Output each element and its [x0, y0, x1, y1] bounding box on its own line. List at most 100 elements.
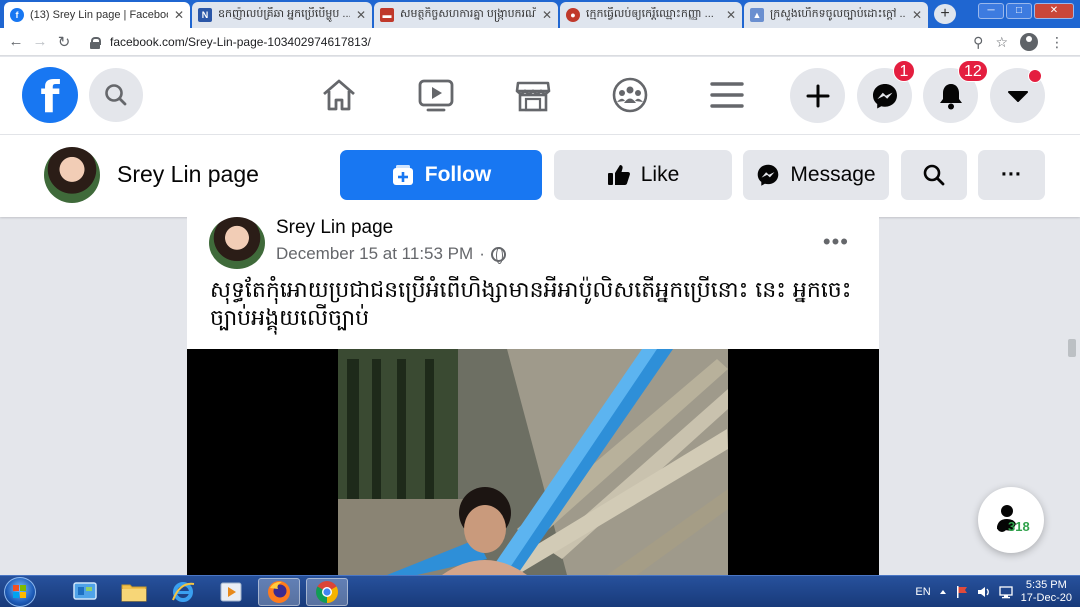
follow-button[interactable]: Follow [340, 150, 542, 200]
minimize-button[interactable]: ─ [978, 3, 1004, 19]
maximize-button[interactable]: □ [1006, 3, 1032, 19]
post-options-button[interactable]: ••• [823, 229, 849, 255]
tab-close-icon[interactable]: ✕ [356, 8, 366, 22]
account-alert-dot [1028, 69, 1042, 83]
contacts-floating-button[interactable]: 318 [978, 487, 1044, 553]
page-more-button[interactable]: ··· [978, 150, 1045, 200]
window-controls: ─ □ ✕ [978, 3, 1074, 19]
browser-tab-4[interactable]: ● ក្មេកធ្វើលប់ឲ្យកេរ្តិ៍ឈ្មោះកញ្ញា ... ✕ [560, 2, 742, 28]
facebook-top-nav: f 1 12 [0, 57, 1080, 135]
tab-title: ក្រសួងហើកទចូលច្បាប់ដោះក្ដៅ ... [770, 8, 906, 20]
page-search-button[interactable] [901, 150, 967, 200]
search-icon [105, 84, 127, 106]
control-panel-icon [73, 582, 97, 600]
menu-hamburger-icon[interactable] [707, 75, 747, 115]
tab-title: ឧកញ៉ាលប់គ្រីឆា អ្នកប្រើបើម្ហូប ... [218, 8, 350, 20]
clock-date: 17-Dec-20 [1020, 592, 1072, 604]
volume-icon[interactable] [977, 585, 991, 599]
messenger-icon [758, 164, 779, 186]
firefox-icon [268, 581, 290, 603]
page-avatar[interactable] [44, 147, 100, 203]
notifications-count-badge: 12 [958, 60, 988, 82]
chrome-icon [316, 581, 338, 603]
watch-video-icon[interactable] [416, 75, 456, 115]
bookmark-star-icon[interactable]: ☆ [995, 34, 1008, 51]
meta-separator: · [479, 244, 485, 263]
close-window-button[interactable]: ✕ [1034, 3, 1074, 19]
messenger-count-badge: 1 [893, 60, 915, 82]
messenger-icon [872, 83, 897, 108]
windows-logo-icon [13, 585, 26, 598]
start-button[interactable] [4, 577, 36, 607]
taskbar-internet-explorer[interactable] [162, 578, 204, 606]
address-bar: ← → ↻ facebook.com/Srey-Lin-page-1034029… [0, 28, 1080, 56]
tab-close-icon[interactable]: ✕ [174, 8, 184, 22]
contacts-count: 318 [1008, 519, 1030, 534]
language-indicator[interactable]: EN [915, 586, 930, 598]
browser-menu-icon[interactable]: ⋮ [1050, 34, 1064, 51]
media-player-icon [220, 582, 242, 602]
message-button[interactable]: Message [743, 150, 889, 200]
page-header-bar: Srey Lin page Follow Like Message ··· [0, 135, 1080, 217]
search-button[interactable] [89, 68, 143, 122]
groups-icon[interactable] [610, 75, 650, 115]
like-label: Like [640, 163, 680, 186]
plus-icon [806, 84, 829, 107]
post-text: សុទ្ធតែកុំអោយប្រជាជនប្រើអំពើហិង្សាមានអីអ… [210, 278, 852, 331]
follow-icon [392, 165, 413, 185]
tab-close-icon[interactable]: ✕ [912, 8, 922, 22]
network-icon[interactable] [998, 585, 1013, 599]
facebook-favicon-icon: f [10, 8, 24, 22]
taskbar-firefox[interactable] [258, 578, 300, 606]
taskbar-control-panel[interactable] [64, 578, 106, 606]
system-tray: EN 5:35 PM 17-Dec-20 [915, 579, 1072, 605]
tab-close-icon[interactable]: ✕ [726, 8, 736, 22]
url-field[interactable]: facebook.com/Srey-Lin-page-1034029746178… [90, 31, 1030, 53]
account-avatar-icon[interactable] [1020, 33, 1038, 51]
bell-icon [939, 83, 962, 109]
facebook-logo[interactable]: f [22, 67, 78, 123]
post-author-avatar[interactable] [209, 217, 265, 269]
tab-title: ក្មេកធ្វើលប់ឲ្យកេរ្តិ៍ឈ្មោះកញ្ញា ... [586, 8, 714, 20]
action-center-flag-icon[interactable] [955, 585, 969, 599]
browser-tab-5[interactable]: ▲ ក្រសួងហើកទចូលច្បាប់ដោះក្ដៅ ... ✕ [744, 2, 928, 28]
tab-close-icon[interactable]: ✕ [542, 8, 552, 22]
globe-privacy-icon [490, 246, 506, 264]
taskbar-chrome[interactable] [306, 578, 348, 606]
browser-tab-3[interactable]: ▬ សមត្ថកិច្ចសហការគ្នា បង្រ្កាបករណី ... ✕ [374, 2, 558, 28]
search-icon [923, 164, 945, 186]
taskbar-clock[interactable]: 5:35 PM 17-Dec-20 [1021, 579, 1072, 605]
zoom-icon[interactable]: ⚲ [973, 34, 983, 51]
internet-explorer-icon [172, 582, 195, 602]
page-scrollbar-thumb[interactable] [1068, 339, 1076, 357]
page-name[interactable]: Srey Lin page [117, 161, 259, 188]
forward-arrow-icon[interactable]: → [28, 33, 52, 50]
post-video[interactable] [187, 349, 879, 575]
home-icon[interactable] [319, 75, 359, 115]
news-favicon-icon: ● [566, 8, 580, 22]
folder-icon [121, 584, 147, 602]
thumbs-up-icon [607, 165, 630, 185]
new-tab-button[interactable]: + [934, 4, 956, 24]
browser-tab-strip: f (13) Srey Lin page | Facebook ✕ N ឧកញ៉… [0, 0, 1080, 28]
taskbar-file-explorer[interactable] [113, 578, 155, 606]
news-favicon-icon: N [198, 8, 212, 22]
tray-expand-icon[interactable] [939, 588, 947, 596]
like-button[interactable]: Like [554, 150, 732, 200]
taskbar-media-player[interactable] [210, 578, 252, 606]
back-arrow-icon[interactable]: ← [4, 33, 28, 50]
caret-down-icon [1007, 90, 1028, 102]
post-author-name[interactable]: Srey Lin page [276, 217, 393, 239]
browser-tab-2[interactable]: N ឧកញ៉ាលប់គ្រីឆា អ្នកប្រើបើម្ហូប ... ✕ [192, 2, 372, 28]
marketplace-icon[interactable] [513, 75, 553, 115]
post-meta: December 15 at 11:53 PM · [276, 244, 506, 264]
message-label: Message [790, 163, 876, 186]
tab-title: (13) Srey Lin page | Facebook [30, 9, 168, 21]
tab-title: សមត្ថកិច្ចសហការគ្នា បង្រ្កាបករណី ... [400, 8, 536, 20]
news-favicon-icon: ▲ [750, 8, 764, 22]
clock-time: 5:35 PM [1025, 579, 1067, 591]
post-timestamp[interactable]: December 15 at 11:53 PM [276, 244, 473, 264]
browser-tab-facebook[interactable]: f (13) Srey Lin page | Facebook ✕ [4, 2, 190, 28]
create-button[interactable] [790, 68, 845, 123]
reload-icon[interactable]: ↻ [52, 33, 76, 51]
